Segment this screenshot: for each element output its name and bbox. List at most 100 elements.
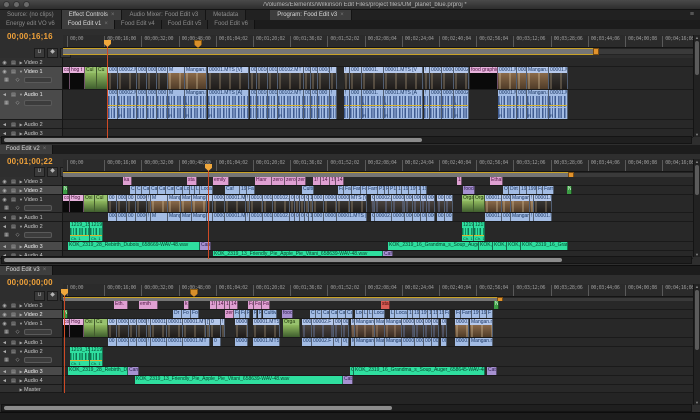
vertical-scrollbar-thumb[interactable]: [695, 165, 699, 195]
clip[interactable]: 000: [302, 319, 312, 337]
clip[interactable]: 00001.N: [455, 319, 469, 337]
speaker-icon[interactable]: ◄: [0, 349, 9, 355]
track-lane-video-3[interactable]: Eth.emihk1!141!14FaFanFanstaN: [63, 301, 693, 310]
clip[interactable]: MTS [V: [350, 195, 367, 212]
track-header-video-1[interactable]: ◉ ▤ ▼ Video 1 ▦ ◇: [0, 319, 63, 338]
clip[interactable]: Ca: [142, 186, 150, 194]
track-style-icon[interactable]: ▤: [9, 312, 18, 318]
track-lane-video-1[interactable]: corhog tCulCu00000002.M00000002000MManga…: [63, 67, 693, 90]
eye-icon[interactable]: ◉: [0, 188, 9, 194]
clip[interactable]: food graphic: [470, 67, 498, 89]
track-style-icon[interactable]: ▤: [9, 303, 18, 309]
work-area-end-handle[interactable]: [593, 48, 599, 55]
clip[interactable]: 00001.MTS [V: [384, 67, 423, 89]
keyframe-icon[interactable]: ◇: [13, 329, 22, 335]
speaker-icon[interactable]: ◄: [0, 122, 9, 128]
clip[interactable]: 0010: [268, 67, 278, 89]
clip[interactable]: KOK_2319_16_Grandm: [521, 242, 568, 250]
close-icon[interactable]: ×: [43, 146, 47, 152]
clip[interactable]: 00001.MTS [V]: [208, 67, 249, 89]
clip[interactable]: M: [168, 67, 185, 89]
clip[interactable]: KOK_2319_16_Grandma_s_Soup_Auger_658645-…: [354, 367, 485, 375]
playhead-line[interactable]: [64, 291, 65, 393]
speaker-icon[interactable]: ◄: [0, 369, 9, 375]
keyframe-nav-pill[interactable]: [24, 328, 52, 335]
clip[interactable]: zero: [272, 177, 285, 185]
clip[interactable]: 000: [137, 90, 147, 119]
clip[interactable]: 000(: [318, 67, 330, 89]
clip[interactable]: Oxi: [84, 319, 95, 337]
window-minimize-button[interactable]: [13, 1, 20, 8]
clip[interactable]: 1219_15 Ch. 1: [70, 347, 90, 366]
clip[interactable]: N: [63, 186, 68, 194]
clip[interactable]: 00002.M: [118, 67, 137, 89]
clip[interactable]: 00: [250, 90, 257, 119]
clip[interactable]: 00001.M: [485, 195, 502, 212]
track-style-icon[interactable]: ▤: [9, 224, 18, 230]
clip[interactable]: hog t: [70, 67, 85, 89]
clip[interactable]: 00: [304, 67, 311, 89]
clip[interactable]: Can: [200, 242, 211, 250]
eye-icon[interactable]: ◉: [0, 321, 9, 327]
track-style-icon[interactable]: ▤: [9, 369, 18, 375]
clip[interactable]: 00002: [392, 213, 405, 221]
clip[interactable]: 00001: [151, 338, 167, 346]
clip[interactable]: Mar: [375, 338, 385, 346]
track-header-audio-1[interactable]: ◄ ▤ ▶ Audio 1: [0, 338, 63, 347]
clip[interactable]: Orga: [474, 195, 485, 212]
clip[interactable]: Ca: [175, 186, 183, 194]
track-header-video-2[interactable]: ◉ ▤ ▶ Video 2: [0, 58, 63, 67]
clip[interactable]: 00: [108, 319, 117, 337]
clip[interactable]: N: [494, 301, 499, 309]
clip[interactable]: 001z: [263, 195, 273, 212]
clip[interactable]: 0010: [250, 213, 263, 221]
track-header-video-3[interactable]: ◉ ▤ ▶ Video 3: [0, 301, 63, 310]
track-header-audio-2[interactable]: ◄ ▤ ▼ Audio 2 ▦ ◇: [0, 347, 63, 367]
clip[interactable]: 19!: [240, 186, 247, 194]
clip[interactable]: KOK_2319_13_Friendly_Pie_Apple_Pie_Vitan…: [135, 376, 343, 384]
clip[interactable]: 00001. L R: [362, 90, 384, 119]
keyframe-nav-pill[interactable]: [24, 99, 52, 106]
clip[interactable]: M: [151, 195, 168, 212]
clip[interactable]: 00002: [402, 319, 415, 337]
tab-sequence[interactable]: Food Edit v6: [208, 20, 255, 29]
clip[interactable]: Oxi: [84, 195, 95, 212]
clip[interactable]: 0000: [442, 67, 454, 89]
clip[interactable]: 000: [318, 90, 330, 119]
clip[interactable]: Hog: [70, 319, 84, 337]
clip[interactable]: 1219_1Ch. 1: [462, 222, 474, 241]
clip[interactable]: 00: [437, 195, 445, 212]
horizontal-scrollbar-thumb[interactable]: [4, 258, 562, 262]
track-header-audio-3[interactable]: ◄ ▤ ▶ Audio 3: [0, 367, 63, 376]
eye-icon[interactable]: ◉: [0, 179, 9, 185]
track-lane-video-1[interactable]: corHogOxiCul000000000000!MManganMarManga…: [63, 195, 693, 213]
track-lane-video-1[interactable]: corHogOxiCu0000001.N00000!00001000010000…: [63, 319, 693, 338]
track-header-audio-1[interactable]: ◄ ▤ ▼ Audio 1 ▦ ◇: [0, 90, 63, 120]
clip[interactable]: 00001.: [324, 195, 337, 212]
clip[interactable]: Mar: [375, 319, 385, 337]
tab-sequence[interactable]: Food Edit v5: [161, 20, 209, 29]
track-style-icon[interactable]: ▤: [9, 92, 18, 98]
clip[interactable]: 00001.MLR: [549, 90, 568, 119]
clip[interactable]: 00: [445, 213, 453, 221]
clip[interactable]: 00001.!: [534, 195, 552, 212]
track-lane-audio-1[interactable]: 00000002.MLR00000002000MLRMangan.movLR00…: [63, 90, 693, 120]
clip[interactable]: 000: [108, 90, 118, 119]
clip[interactable]: 00001.MT: [167, 338, 183, 346]
clip[interactable]: 00002: [147, 67, 157, 89]
track-header-audio-4[interactable]: ◄▤▶Audio 4: [0, 376, 63, 385]
clip[interactable]: Mangan.r: [355, 319, 375, 337]
time-ruler[interactable]: 00;00 00;00;16;00 00;00;32;00 00;00;48;00 00…: [63, 284, 693, 297]
clip[interactable]: 000: [313, 213, 324, 221]
current-timecode[interactable]: 00;01;00;22: [7, 157, 53, 166]
clip[interactable]: 1219_15 Ch. 1: [70, 222, 90, 241]
clip[interactable]: Cu: [95, 319, 108, 337]
clip[interactable]: 00: [311, 90, 318, 119]
eye-icon[interactable]: ◉: [0, 303, 9, 309]
track-lane-audio-2[interactable]: 1219_15Ch. 11219Ch. 1 1219_1Ch. 1121!Ch. …: [63, 222, 693, 242]
clip[interactable]: Cultiv: [263, 310, 277, 318]
clip[interactable]: 00002: [454, 67, 469, 89]
clip[interactable]: 000: [405, 213, 413, 221]
clip[interactable]: 19!: [402, 186, 409, 194]
close-icon[interactable]: ×: [340, 12, 344, 18]
